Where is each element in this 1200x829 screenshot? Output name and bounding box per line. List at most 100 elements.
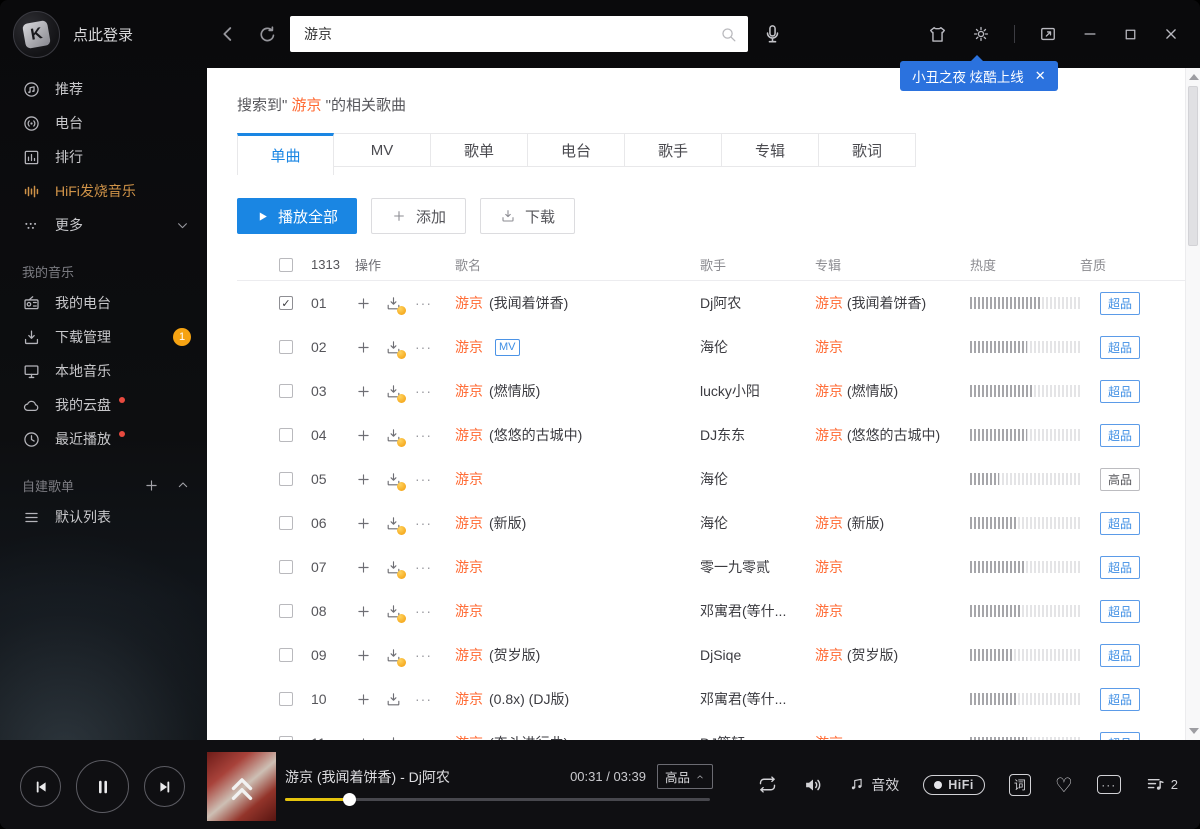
add-to-playlist-icon[interactable] bbox=[355, 295, 372, 312]
add-to-playlist-icon[interactable] bbox=[355, 603, 372, 620]
song-keyword[interactable]: 游京 bbox=[455, 469, 483, 489]
quality-badge[interactable]: 超品 bbox=[1100, 335, 1141, 359]
song-suffix[interactable]: (0.8x) (DJ版) bbox=[489, 689, 569, 709]
album-keyword[interactable]: 游京 bbox=[815, 383, 843, 399]
lyrics-button[interactable]: 词 bbox=[1008, 773, 1031, 796]
song-keyword[interactable]: 游京 bbox=[455, 645, 483, 665]
album-suffix[interactable]: (我闻着饼香) bbox=[847, 295, 926, 311]
sidebar-item[interactable]: 默认列表 bbox=[0, 500, 207, 534]
mv-badge[interactable]: MV bbox=[495, 338, 520, 356]
add-to-playlist-icon[interactable] bbox=[355, 427, 372, 444]
quality-badge[interactable]: 超品 bbox=[1100, 555, 1141, 579]
sidebar-item[interactable]: 最近播放 bbox=[0, 422, 207, 456]
quality-badge[interactable]: 超品 bbox=[1100, 643, 1141, 667]
settings-gear-icon[interactable] bbox=[971, 24, 991, 44]
quality-badge[interactable]: 超品 bbox=[1100, 291, 1141, 315]
song-keyword[interactable]: 游京 bbox=[455, 513, 483, 533]
row-checkbox[interactable]: ✓ bbox=[279, 516, 293, 530]
tooltip-close-icon[interactable]: ✕ bbox=[1035, 69, 1046, 84]
album-keyword[interactable]: 游京 bbox=[815, 339, 843, 355]
scroll-down-arrow[interactable] bbox=[1189, 728, 1199, 734]
more-options-button[interactable]: ··· bbox=[1096, 775, 1121, 794]
row-more-icon[interactable]: ··· bbox=[415, 339, 432, 355]
microphone-icon[interactable] bbox=[761, 23, 784, 46]
row-more-icon[interactable]: ··· bbox=[415, 427, 432, 443]
song-row[interactable]: ✓ 01 ··· 游京 (我闻着饼香) Dj阿农 游京 (我闻着饼香) 超品 bbox=[237, 281, 1185, 325]
download-song-icon[interactable] bbox=[385, 383, 406, 403]
song-row[interactable]: ✓ 02 ··· 游京 MV 海伦 游京 超品 bbox=[237, 325, 1185, 369]
sidebar-item[interactable]: 我的云盘 bbox=[0, 388, 207, 422]
row-checkbox[interactable]: ✓ bbox=[279, 648, 293, 662]
add-to-playlist-icon[interactable] bbox=[355, 691, 372, 708]
song-row[interactable]: ✓ 07 ··· 游京 零一九零贰 游京 超品 bbox=[237, 545, 1185, 589]
pause-button[interactable] bbox=[76, 760, 129, 813]
add-button[interactable]: 添加 bbox=[371, 198, 467, 234]
song-suffix[interactable]: (新版) bbox=[489, 513, 526, 533]
login-area[interactable]: K 点此登录 bbox=[0, 10, 207, 58]
chevron-down-icon[interactable] bbox=[174, 217, 191, 234]
singer-name[interactable]: 邓寓君(等什... bbox=[700, 601, 815, 621]
result-tab[interactable]: 歌词 bbox=[819, 133, 916, 167]
row-more-icon[interactable]: ··· bbox=[415, 691, 432, 707]
row-checkbox[interactable]: ✓ bbox=[279, 384, 293, 398]
row-checkbox[interactable]: ✓ bbox=[279, 472, 293, 486]
add-to-playlist-icon[interactable] bbox=[355, 339, 372, 356]
sidebar-item[interactable]: 下载管理 1 bbox=[0, 320, 207, 354]
song-row[interactable]: ✓ 03 ··· 游京 (燃情版) lucky小阳 游京 (燃情版) 超品 bbox=[237, 369, 1185, 413]
play-all-button[interactable]: 播放全部 bbox=[237, 198, 358, 234]
sidebar-item[interactable]: 我的电台 bbox=[0, 286, 207, 320]
favorite-heart-icon[interactable]: ♡ bbox=[1055, 773, 1073, 797]
row-checkbox[interactable]: ✓ bbox=[279, 560, 293, 574]
row-more-icon[interactable]: ··· bbox=[415, 603, 432, 619]
result-tab[interactable]: 电台 bbox=[528, 133, 625, 167]
row-checkbox[interactable]: ✓ bbox=[279, 604, 293, 618]
row-more-icon[interactable]: ··· bbox=[415, 515, 432, 531]
album-keyword[interactable]: 游京 bbox=[815, 559, 843, 575]
singer-name[interactable]: 零一九零贰 bbox=[700, 557, 815, 577]
album-keyword[interactable]: 游京 bbox=[815, 427, 843, 443]
login-link[interactable]: 点此登录 bbox=[73, 24, 133, 45]
album-keyword[interactable]: 游京 bbox=[815, 295, 843, 311]
song-keyword[interactable]: 游京 bbox=[455, 557, 483, 577]
album-suffix[interactable]: (新版) bbox=[847, 515, 884, 531]
album-keyword[interactable]: 游京 bbox=[815, 647, 843, 663]
sidebar-item[interactable]: 排行 bbox=[0, 140, 207, 174]
song-row[interactable]: ✓ 05 ··· 游京 海伦 高品 bbox=[237, 457, 1185, 501]
song-keyword[interactable]: 游京 bbox=[455, 381, 483, 401]
row-more-icon[interactable]: ··· bbox=[415, 647, 432, 663]
sidebar-item[interactable]: 电台 bbox=[0, 106, 207, 140]
song-suffix[interactable]: (贺岁版) bbox=[489, 645, 540, 665]
download-song-icon[interactable] bbox=[385, 559, 406, 579]
close-icon[interactable] bbox=[1162, 25, 1180, 43]
download-song-icon[interactable] bbox=[385, 427, 406, 447]
content-scrollbar[interactable] bbox=[1185, 68, 1200, 740]
song-keyword[interactable]: 游京 bbox=[455, 293, 483, 313]
song-row[interactable]: ✓ 10 ··· 游京 (0.8x) (DJ版) 邓寓君(等什... 超品 bbox=[237, 677, 1185, 721]
singer-name[interactable]: 海伦 bbox=[700, 337, 815, 357]
song-keyword[interactable]: 游京 bbox=[455, 425, 483, 445]
previous-track-button[interactable] bbox=[20, 766, 61, 807]
collapse-icon[interactable] bbox=[175, 477, 191, 493]
result-tab[interactable]: 歌单 bbox=[431, 133, 528, 167]
maximize-icon[interactable] bbox=[1122, 26, 1139, 43]
search-icon[interactable] bbox=[719, 25, 738, 44]
sound-effects-button[interactable]: 音效 bbox=[848, 775, 899, 795]
add-playlist-icon[interactable] bbox=[143, 477, 160, 494]
singer-name[interactable]: Dj阿农 bbox=[700, 293, 815, 313]
singer-name[interactable]: DJ东东 bbox=[700, 425, 815, 445]
download-song-icon[interactable] bbox=[385, 295, 406, 315]
song-keyword[interactable]: 游京 bbox=[455, 337, 483, 357]
sidebar-item[interactable]: 本地音乐 bbox=[0, 354, 207, 388]
singer-name[interactable]: lucky小阳 bbox=[700, 381, 815, 401]
sidebar-item[interactable]: HiFi发烧音乐 bbox=[0, 174, 207, 208]
row-more-icon[interactable]: ··· bbox=[415, 559, 432, 575]
quality-badge[interactable]: 超品 bbox=[1100, 511, 1141, 535]
singer-name[interactable]: 海伦 bbox=[700, 513, 815, 533]
song-suffix[interactable]: (悠悠的古城中) bbox=[489, 425, 582, 445]
download-song-icon[interactable] bbox=[385, 647, 406, 667]
singer-name[interactable]: DjSiqe bbox=[700, 647, 815, 663]
song-suffix[interactable]: (奋斗进行曲) bbox=[489, 733, 568, 740]
next-track-button[interactable] bbox=[144, 766, 185, 807]
song-row[interactable]: ✓ 08 ··· 游京 邓寓君(等什... 游京 超品 bbox=[237, 589, 1185, 633]
row-checkbox[interactable]: ✓ bbox=[279, 692, 293, 706]
